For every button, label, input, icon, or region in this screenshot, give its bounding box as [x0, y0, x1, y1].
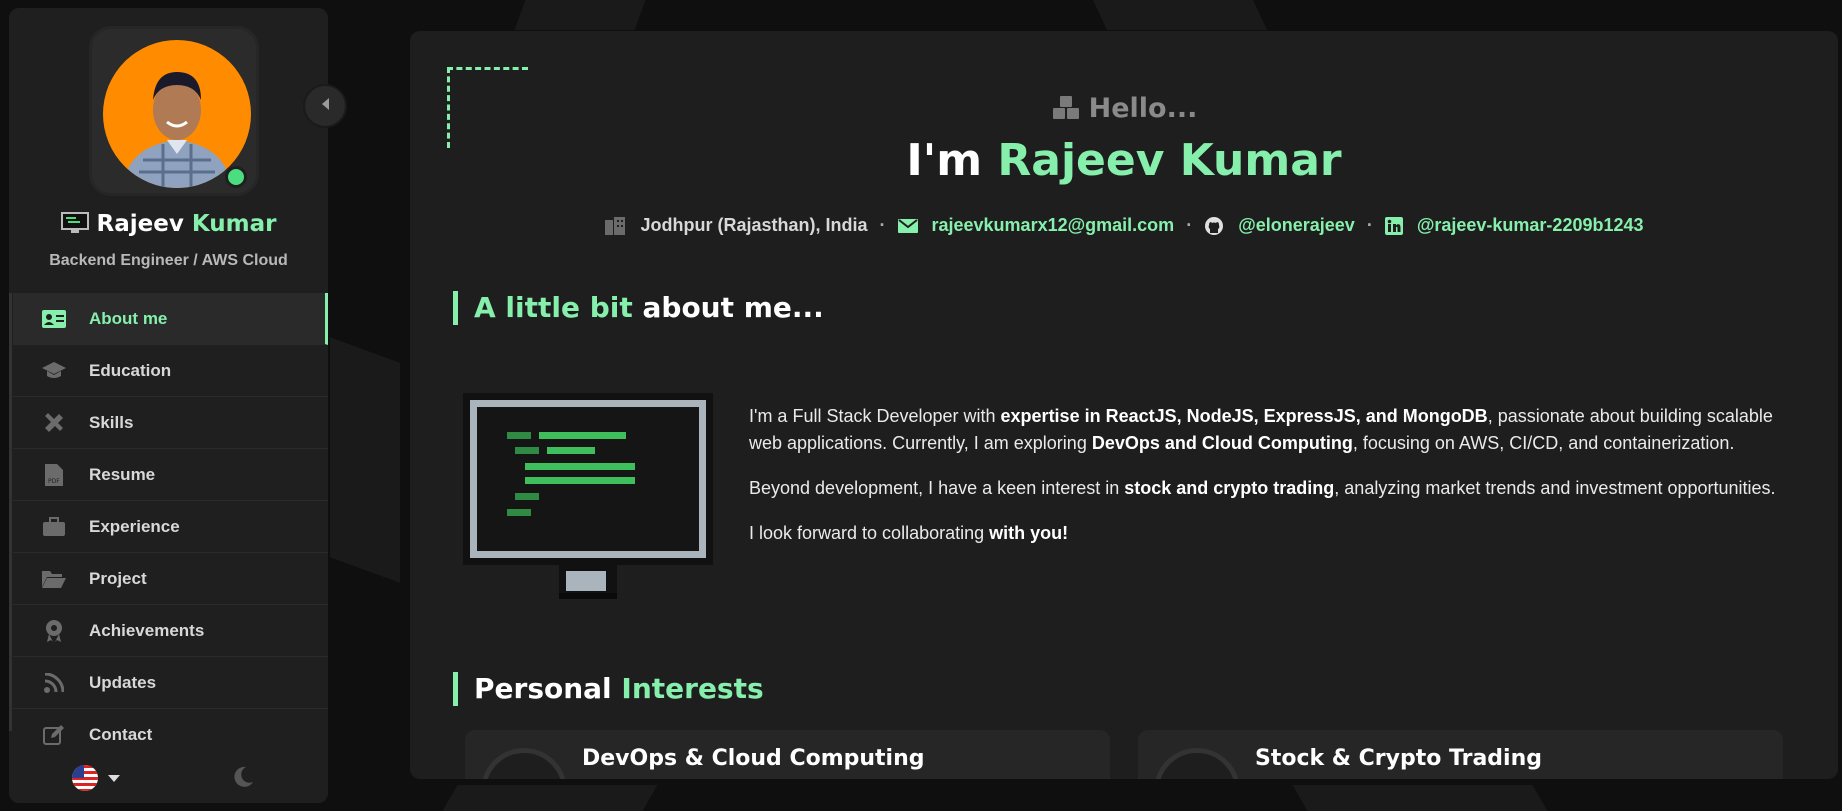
interest-card-title: DevOps & Cloud Computing [582, 746, 925, 771]
monitor-illustration [463, 393, 717, 612]
about-section-title: A little bit about me... [453, 291, 824, 325]
background-shape [442, 785, 658, 811]
pdf-file-icon: PDF [41, 463, 67, 486]
interest-icon-circle [481, 748, 567, 779]
separator-dot: · [1366, 215, 1373, 235]
github-item[interactable]: @elonerajeev [1204, 215, 1355, 236]
sidebar: Rajeev Kumar Backend Engineer / AWS Clou… [9, 8, 328, 803]
sidebar-item-label: Education [89, 360, 172, 380]
interests-section-title: Personal Interests [453, 672, 764, 706]
computer-icon [60, 212, 89, 240]
headline-prefix: I'm [906, 135, 983, 186]
text-span: I look forward to collaborating [749, 523, 990, 543]
linkedin-icon [1384, 216, 1403, 235]
sidebar-item-experience[interactable]: Experience [13, 501, 328, 553]
main-content: Hello... I'm Rajeev Kumar Jodhpur (Rajas… [410, 31, 1838, 779]
language-selector[interactable] [72, 765, 120, 791]
sidebar-collapse-button[interactable] [303, 84, 347, 128]
greeting: Hello... [410, 93, 1838, 128]
online-status-dot [225, 166, 247, 188]
sidebar-item-project[interactable]: Project [13, 553, 328, 605]
sidebar-item-updates[interactable]: Updates [13, 657, 328, 709]
text-span: , analyzing market trends and investment… [1334, 478, 1776, 498]
interests-title-accent: Interests [621, 672, 764, 705]
bold-text: DevOps and Cloud Computing [1091, 433, 1353, 453]
sidebar-item-education[interactable]: Education [13, 345, 328, 397]
moon-icon [231, 766, 255, 793]
profile-role: Backend Engineer / AWS Cloud [49, 252, 288, 269]
github-link[interactable]: @elonerajeev [1238, 215, 1355, 236]
sidebar-item-label: Achievements [89, 620, 205, 640]
sidebar-item-label: About me [89, 308, 168, 328]
about-paragraph: Beyond development, I have a keen intere… [749, 475, 1794, 502]
interest-card[interactable]: Stock & Crypto Trading [1138, 730, 1783, 779]
text-span: I'm a Full Stack Developer with [749, 406, 1001, 426]
sidebar-footer [9, 753, 328, 803]
bold-text: expertise in ReactJS, NodeJS, ExpressJS,… [1000, 406, 1488, 426]
id-card-icon [41, 308, 67, 330]
page-title: I'm Rajeev Kumar [410, 135, 1838, 186]
email-link[interactable]: rajeevkumarx12@gmail.com [932, 215, 1175, 236]
sidebar-item-label: Updates [89, 672, 157, 692]
about-paragraph: I'm a Full Stack Developer with expertis… [749, 403, 1794, 457]
greeting-text: Hello... [1088, 93, 1198, 124]
about-title-accent: A little bit [474, 291, 633, 324]
text-span: Beyond development, I have a keen intere… [749, 478, 1125, 498]
us-flag-icon [72, 765, 98, 791]
about-paragraph: I look forward to collaborating with you… [749, 520, 1794, 547]
interest-card-title: Stock & Crypto Trading [1255, 746, 1543, 771]
briefcase-icon [41, 516, 67, 538]
folder-open-icon [41, 568, 67, 590]
background-shape [1292, 785, 1548, 811]
linkedin-link[interactable]: @rajeev-kumar-2209b1243 [1417, 215, 1644, 236]
interest-icon-circle [1154, 748, 1240, 779]
profile-first-name: Rajeev [96, 211, 184, 237]
bold-text: with you! [989, 523, 1069, 543]
sidebar-item-label: Contact [89, 724, 153, 744]
about-text: I'm a Full Stack Developer with expertis… [749, 403, 1794, 565]
about-title-rest: about me... [642, 291, 824, 324]
rss-icon [41, 672, 67, 694]
sidebar-item-achievements[interactable]: Achievements [13, 605, 328, 657]
sidebar-scrollbar[interactable] [9, 293, 12, 731]
separator-dot: · [879, 215, 886, 235]
sidebar-item-resume[interactable]: PDF Resume [13, 449, 328, 501]
svg-text:PDF: PDF [48, 478, 60, 485]
chevron-down-icon [108, 774, 120, 782]
sidebar-item-about[interactable]: About me [13, 293, 328, 345]
avatar [103, 40, 251, 188]
sidebar-item-label: Project [89, 568, 147, 588]
tools-icon [41, 412, 67, 434]
award-icon [41, 619, 67, 642]
location-item: Jodhpur (Rajasthan), India [604, 215, 868, 236]
envelope-icon [897, 218, 918, 234]
profile-name: Rajeev Kumar [9, 211, 328, 240]
background-shape [330, 337, 400, 583]
sidebar-item-label: Resume [89, 464, 156, 484]
graduation-cap-icon [41, 360, 67, 382]
sidebar-item-label: Experience [89, 516, 180, 536]
linkedin-item[interactable]: @rajeev-kumar-2209b1243 [1384, 215, 1644, 236]
github-icon [1204, 216, 1224, 236]
sidebar-nav: About me Education Skills PDF Resume Exp… [13, 293, 328, 761]
headline-name: Rajeev Kumar [997, 135, 1342, 186]
text-span: , focusing on AWS, CI/CD, and containeri… [1352, 433, 1735, 453]
background-shape [514, 0, 646, 30]
separator-dot: · [1186, 215, 1193, 235]
caret-left-icon [320, 97, 330, 116]
interests-title-prefix: Personal [474, 672, 612, 705]
contact-info-row: Jodhpur (Rajasthan), India · rajeevkumar… [410, 215, 1838, 236]
edit-icon [41, 724, 67, 746]
interest-card[interactable]: DevOps & Cloud Computing [465, 730, 1110, 779]
background-shape [1093, 0, 1267, 30]
sidebar-item-label: Skills [89, 412, 134, 432]
email-item[interactable]: rajeevkumarx12@gmail.com [897, 215, 1175, 236]
sidebar-item-skills[interactable]: Skills [13, 397, 328, 449]
bold-text: stock and crypto trading [1124, 478, 1335, 498]
theme-toggle[interactable] [231, 765, 255, 794]
city-icon [604, 216, 626, 236]
profile-last-name: Kumar [191, 211, 277, 237]
location-text: Jodhpur (Rajasthan), India [640, 215, 868, 235]
cubes-icon [1051, 95, 1081, 128]
